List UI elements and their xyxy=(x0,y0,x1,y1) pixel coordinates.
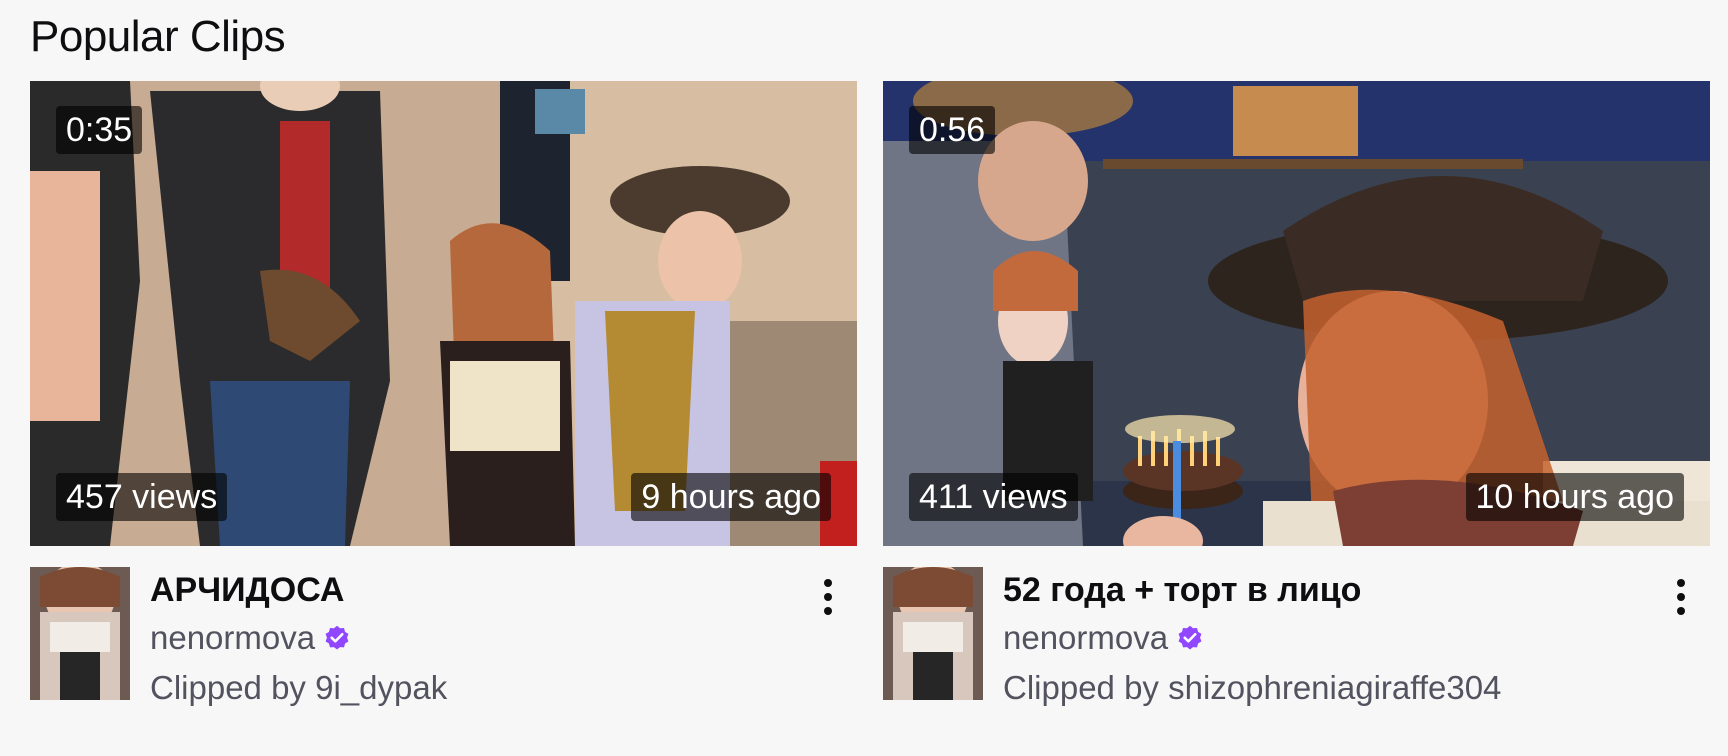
more-options-button[interactable] xyxy=(813,575,843,619)
clipped-by[interactable]: Clipped by 9i_dypak xyxy=(150,669,447,707)
more-vertical-icon xyxy=(1677,579,1685,615)
section-title: Popular Clips xyxy=(30,12,286,61)
clip-card: 0:56 411 views 10 hours ago 52 года + то… xyxy=(883,81,1710,721)
clip-thumbnail[interactable]: 0:56 411 views 10 hours ago xyxy=(883,81,1710,546)
channel-avatar[interactable] xyxy=(30,567,130,700)
clip-age: 10 hours ago xyxy=(1465,473,1684,521)
verified-badge-icon xyxy=(323,624,351,652)
more-vertical-icon xyxy=(824,579,832,615)
clip-card: 0:35 457 views 9 hours ago АРЧИДОСА neno… xyxy=(30,81,857,721)
channel-avatar[interactable] xyxy=(883,567,983,700)
clip-duration: 0:56 xyxy=(909,106,996,154)
clip-meta: 52 года + торт в лицо nenormova Clipped … xyxy=(883,567,1710,707)
channel-link[interactable]: nenormova xyxy=(150,619,351,657)
clipped-by[interactable]: Clipped by shizophreniagiraffe304 xyxy=(1003,669,1501,707)
clip-duration: 0:35 xyxy=(56,106,143,154)
verified-badge-icon xyxy=(1176,624,1204,652)
channel-link[interactable]: nenormova xyxy=(1003,619,1204,657)
clip-views: 411 views xyxy=(909,473,1078,521)
clip-thumbnail[interactable]: 0:35 457 views 9 hours ago xyxy=(30,81,857,546)
clip-title[interactable]: АРЧИДОСА xyxy=(150,571,345,610)
channel-name[interactable]: nenormova xyxy=(150,619,315,657)
more-options-button[interactable] xyxy=(1666,575,1696,619)
clip-title[interactable]: 52 года + торт в лицо xyxy=(1003,571,1361,610)
clip-meta: АРЧИДОСА nenormova Clipped by 9i_dypak xyxy=(30,567,857,707)
channel-name[interactable]: nenormova xyxy=(1003,619,1168,657)
clip-age: 9 hours ago xyxy=(631,473,831,521)
clip-views: 457 views xyxy=(56,473,228,521)
